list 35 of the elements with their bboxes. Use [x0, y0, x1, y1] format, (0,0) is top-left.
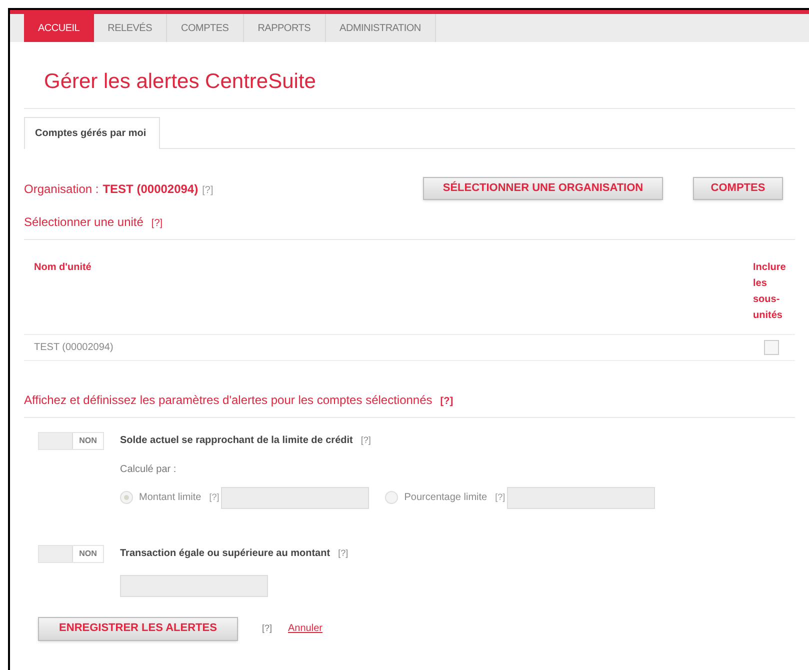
page-title: Gérer les alertes CentreSuite — [44, 70, 316, 93]
help-link[interactable]: [?] — [338, 546, 348, 560]
help-link[interactable]: [?] — [151, 218, 163, 228]
organisation-name: TEST (00002094) — [102, 182, 198, 196]
input-field[interactable] — [507, 486, 656, 508]
calculation-label: Calculé par : — [120, 462, 178, 476]
checkbox[interactable] — [764, 340, 779, 354]
select-organisation-button[interactable]: SÉLECTIONNER UNE ORGANISATION — [423, 177, 663, 200]
column-header: Inclure les sous-unités — [753, 260, 787, 322]
input-field[interactable] — [221, 486, 370, 508]
accounts-button[interactable]: COMPTES — [693, 177, 783, 200]
help-link[interactable]: [?] — [495, 490, 506, 504]
section-heading: Sélectionner une unité — [24, 214, 144, 228]
help-link[interactable]: [?] — [360, 434, 371, 448]
help-link[interactable]: [?] — [202, 184, 214, 196]
nav-tab[interactable]: ACCUEIL — [24, 14, 94, 42]
toggle-switch[interactable]: NON — [38, 544, 104, 562]
table-cell-text: TEST (00002094) — [34, 340, 114, 354]
alert-title: Solde actuel se rapprochant de la limite de crédit — [120, 434, 353, 448]
column-header: Nom d'unité — [34, 260, 92, 274]
radio-button[interactable] — [120, 491, 133, 504]
option-label: Pourcentage limite — [404, 491, 488, 505]
input-field[interactable] — [120, 574, 268, 596]
save-alerts-button[interactable]: ENREGISTRER LES ALERTES — [38, 616, 238, 640]
section-heading: Affichez et définissez les paramètres d'alertes pour les comptes sélectionnés — [24, 392, 432, 406]
organisation-label: Organisation : — [24, 182, 99, 196]
alert-title: Transaction égale ou supérieure au montant — [120, 547, 330, 561]
help-link[interactable]: [?] — [209, 490, 220, 504]
option-label: Montant limite — [139, 491, 202, 505]
radio-button[interactable] — [385, 491, 398, 504]
help-link[interactable]: [?] — [440, 396, 454, 406]
help-link[interactable]: [?] — [262, 622, 272, 636]
toggle-switch[interactable]: NON — [38, 432, 104, 450]
section-tab[interactable]: Comptes gérés par moi — [24, 116, 160, 148]
cancel-link[interactable]: Annuler — [288, 621, 322, 636]
